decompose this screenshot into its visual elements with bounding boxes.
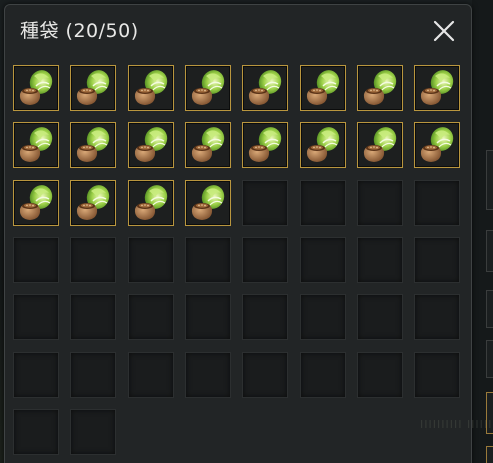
- inventory-slot-filled[interactable]: [13, 180, 59, 226]
- inventory-slot-empty[interactable]: [185, 237, 231, 283]
- inventory-slot-empty[interactable]: [357, 294, 403, 340]
- close-button[interactable]: [432, 19, 456, 43]
- inventory-slot-filled[interactable]: [128, 122, 174, 168]
- cabbage-seed-bag-icon: [306, 70, 340, 105]
- close-icon: [433, 20, 455, 42]
- inventory-slot-empty[interactable]: [128, 237, 174, 283]
- inventory-slot-empty[interactable]: [70, 237, 116, 283]
- inventory-slot-empty[interactable]: [242, 180, 288, 226]
- inventory-slot-empty[interactable]: [242, 352, 288, 398]
- inventory-slot-empty[interactable]: [128, 352, 174, 398]
- cabbage-seed-bag-icon: [363, 127, 397, 162]
- inventory-slot-empty[interactable]: [414, 294, 460, 340]
- cabbage-seed-bag-icon: [134, 185, 168, 220]
- inventory-slot-filled[interactable]: [70, 180, 116, 226]
- cabbage-seed-bag-icon: [19, 127, 53, 162]
- inventory-slot-filled[interactable]: [185, 65, 231, 111]
- window-title: 種袋 (20/50): [20, 20, 139, 42]
- inventory-slot-filled[interactable]: [185, 180, 231, 226]
- inventory-slot-empty[interactable]: [414, 180, 460, 226]
- inventory-slot-empty[interactable]: [242, 294, 288, 340]
- cabbage-seed-bag-icon: [19, 70, 53, 105]
- inventory-slot-filled[interactable]: [414, 65, 460, 111]
- inventory-slot-empty[interactable]: [185, 294, 231, 340]
- cabbage-seed-bag-icon: [248, 70, 282, 105]
- inventory-slot-filled[interactable]: [128, 180, 174, 226]
- inventory-slot-empty[interactable]: [128, 294, 174, 340]
- cabbage-seed-bag-icon: [134, 127, 168, 162]
- inventory-slot-empty[interactable]: [13, 409, 59, 455]
- inventory-slot-filled[interactable]: [13, 122, 59, 168]
- inventory-slot-filled[interactable]: [185, 122, 231, 168]
- inventory-slot-empty[interactable]: [242, 237, 288, 283]
- inventory-slot-filled[interactable]: [357, 122, 403, 168]
- window-titlebar[interactable]: 種袋 (20/50): [5, 5, 471, 51]
- background-panel-box: [486, 150, 493, 210]
- cabbage-seed-bag-icon: [420, 127, 454, 162]
- inventory-slot-empty[interactable]: [414, 352, 460, 398]
- inventory-slot-empty[interactable]: [13, 352, 59, 398]
- seed-bag-window[interactable]: 種袋 (20/50): [4, 4, 472, 463]
- inventory-slot-empty[interactable]: [70, 409, 116, 455]
- cabbage-seed-bag-icon: [134, 70, 168, 105]
- inventory-slot-filled[interactable]: [13, 65, 59, 111]
- cabbage-seed-bag-icon: [191, 127, 225, 162]
- inventory-slot-filled[interactable]: [357, 65, 403, 111]
- cabbage-seed-bag-icon: [363, 70, 397, 105]
- background-partial-text: IIIIIIIIII IIIIII: [420, 418, 493, 431]
- inventory-slot-filled[interactable]: [70, 122, 116, 168]
- inventory-slot-empty[interactable]: [414, 237, 460, 283]
- inventory-slot-filled[interactable]: [70, 65, 116, 111]
- inventory-slot-filled[interactable]: [128, 65, 174, 111]
- inventory-slot-filled[interactable]: [242, 65, 288, 111]
- cabbage-seed-bag-icon: [191, 70, 225, 105]
- cabbage-seed-bag-icon: [76, 185, 110, 220]
- inventory-slot-filled[interactable]: [300, 122, 346, 168]
- inventory-slot-empty[interactable]: [300, 180, 346, 226]
- background-panel-box: [486, 446, 493, 463]
- inventory-slot-empty[interactable]: [300, 237, 346, 283]
- inventory-slot-empty[interactable]: [357, 352, 403, 398]
- inventory-slot-empty[interactable]: [357, 237, 403, 283]
- cabbage-seed-bag-icon: [19, 185, 53, 220]
- inventory-slot-empty[interactable]: [13, 294, 59, 340]
- inventory-slot-empty[interactable]: [185, 352, 231, 398]
- cabbage-seed-bag-icon: [420, 70, 454, 105]
- inventory-slot-filled[interactable]: [300, 65, 346, 111]
- cabbage-seed-bag-icon: [76, 127, 110, 162]
- inventory-slot-empty[interactable]: [13, 237, 59, 283]
- inventory-slot-empty[interactable]: [70, 352, 116, 398]
- inventory-slot-filled[interactable]: [242, 122, 288, 168]
- inventory-slot-empty[interactable]: [300, 294, 346, 340]
- game-scene: 種袋 (20/50) IIIIIIIIII IIIIII: [0, 0, 493, 463]
- inventory-slot-empty[interactable]: [300, 352, 346, 398]
- background-panel-box: [486, 340, 493, 378]
- cabbage-seed-bag-icon: [248, 127, 282, 162]
- cabbage-seed-bag-icon: [191, 185, 225, 220]
- inventory-slot-empty[interactable]: [70, 294, 116, 340]
- inventory-slot-filled[interactable]: [414, 122, 460, 168]
- background-panel-box: [486, 290, 493, 328]
- inventory-slot-empty[interactable]: [357, 180, 403, 226]
- cabbage-seed-bag-icon: [306, 127, 340, 162]
- background-panel-box: [486, 230, 493, 272]
- cabbage-seed-bag-icon: [76, 70, 110, 105]
